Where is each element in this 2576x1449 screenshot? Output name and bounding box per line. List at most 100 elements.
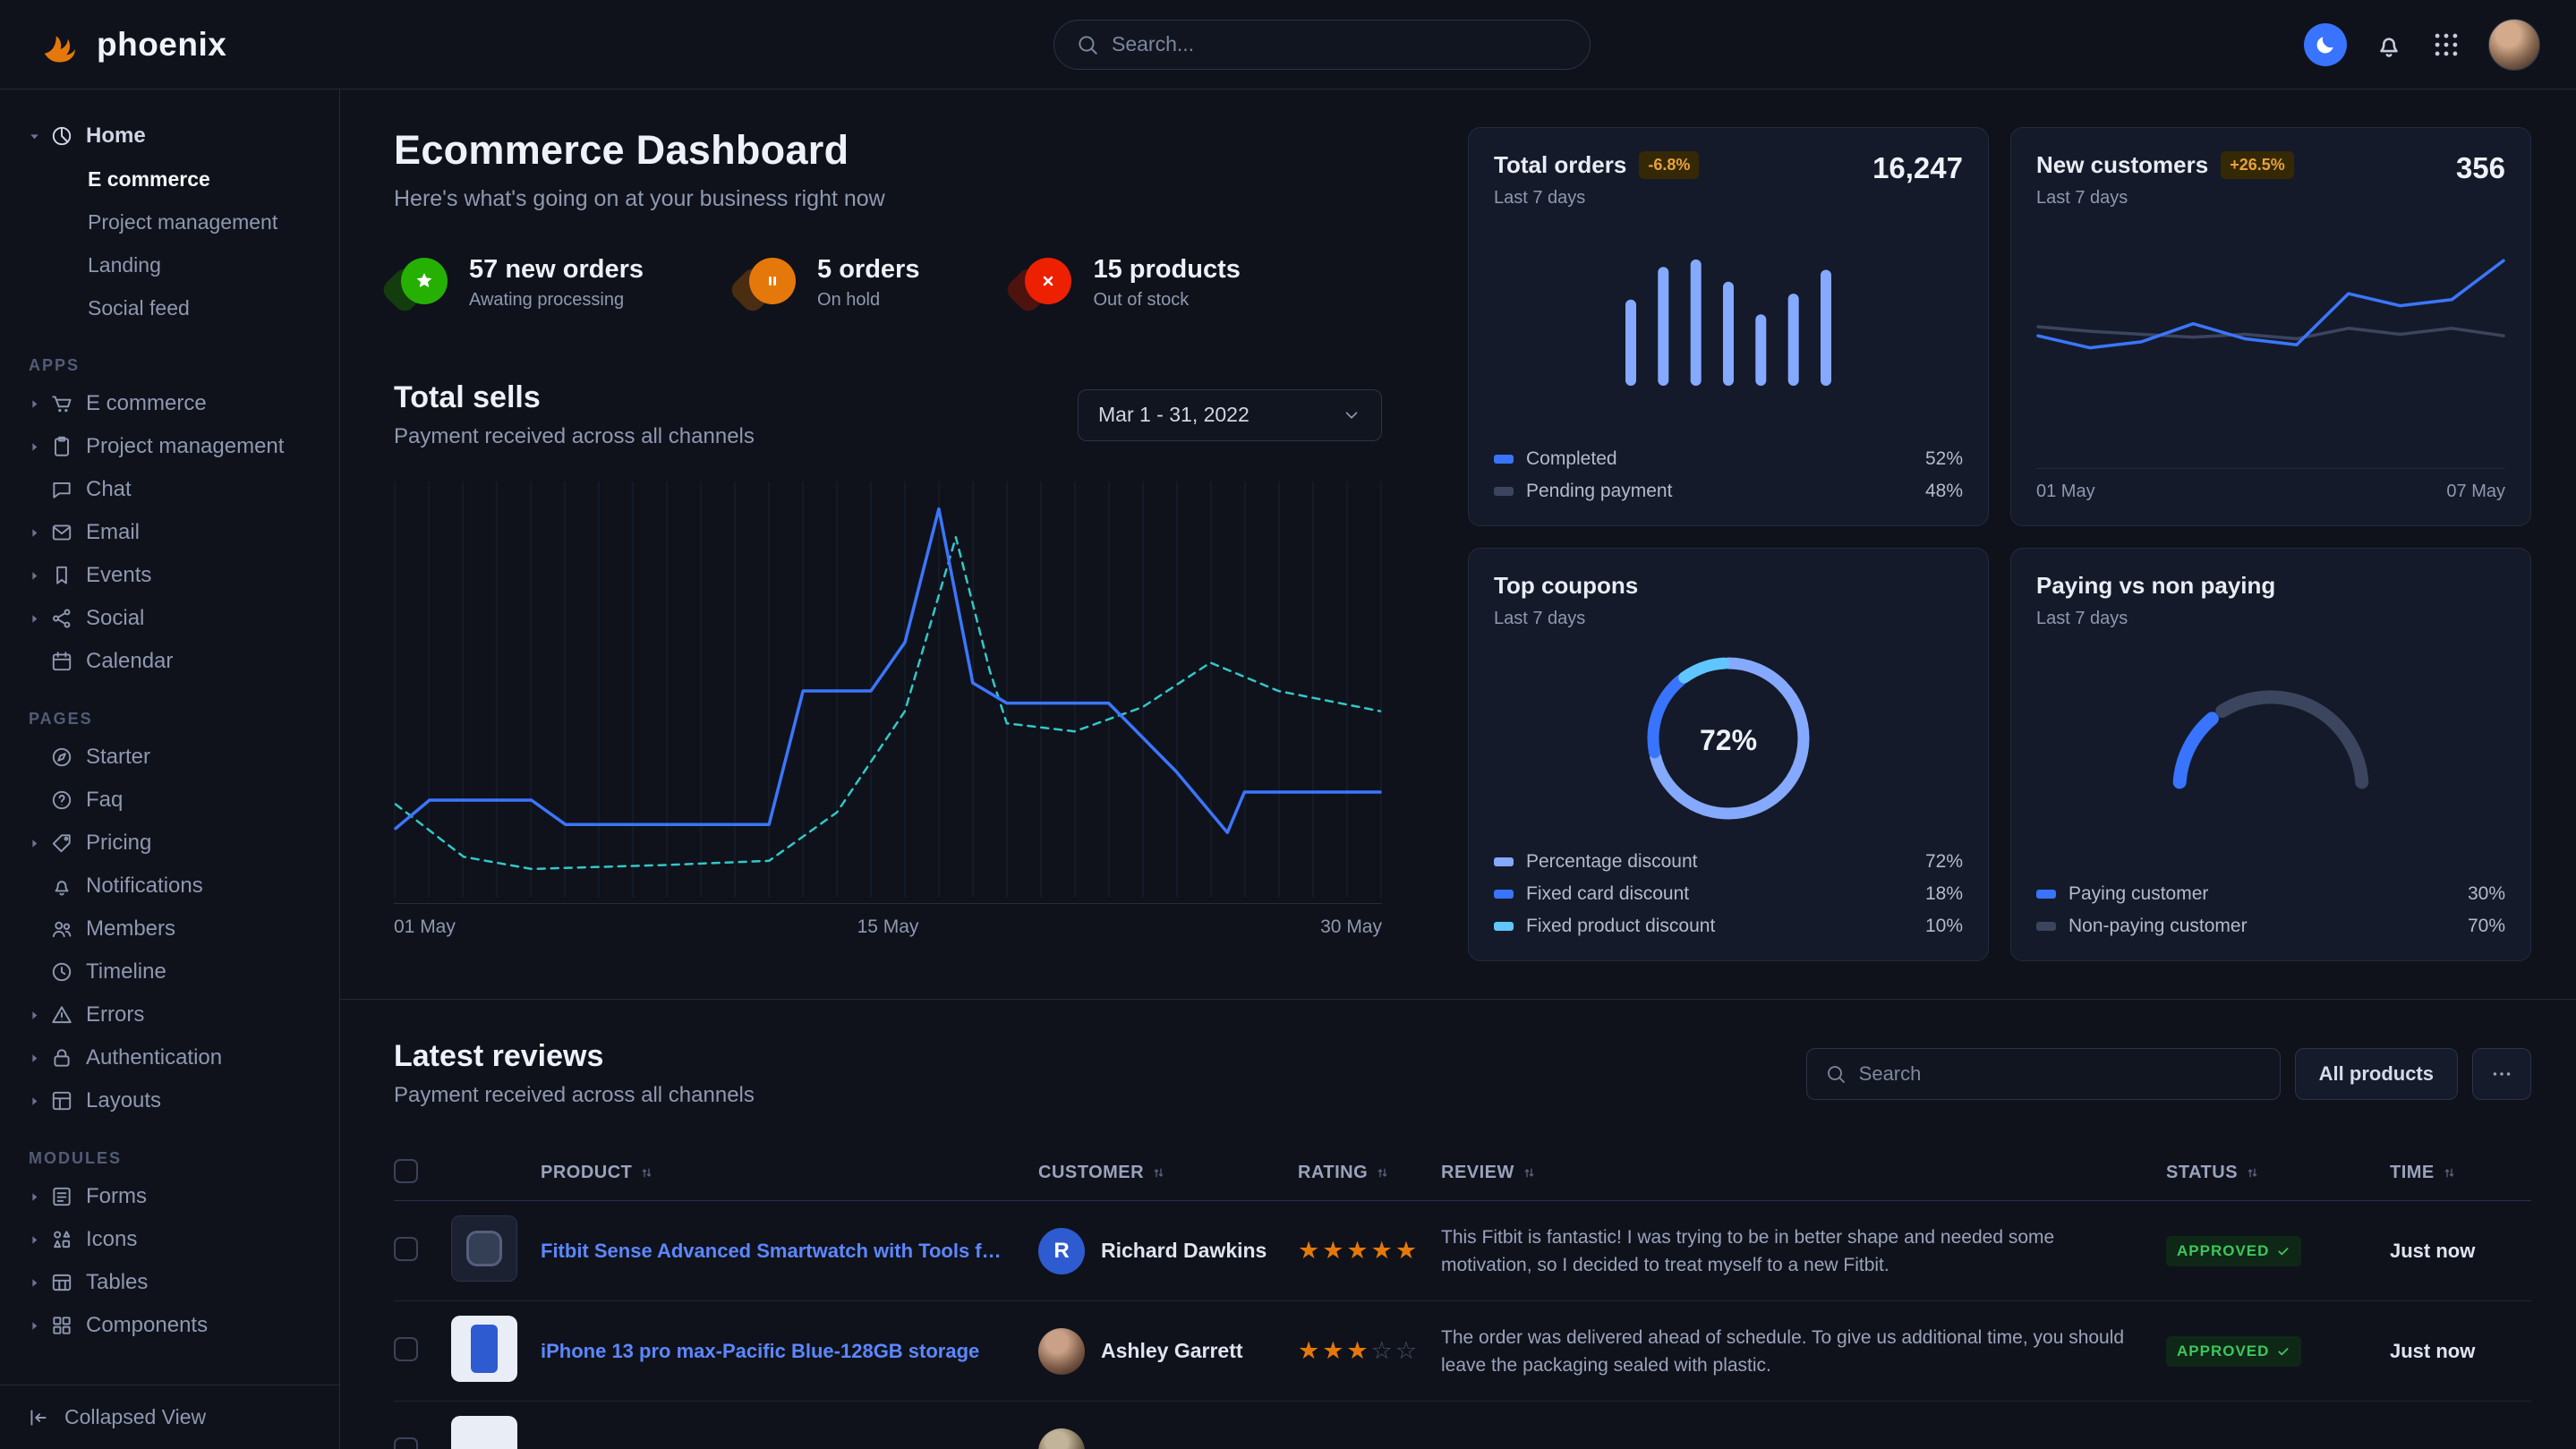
moon-icon [2314,33,2337,56]
question-icon [50,788,73,812]
sidebar-section-apps: APPS [29,356,316,375]
sidebar-item-pricing[interactable]: Pricing [27,822,316,865]
caret-right-icon [27,1094,50,1109]
top-navbar: phoenix [0,0,2576,89]
date-range-select[interactable]: Mar 1 - 31, 2022 [1078,389,1382,441]
row-checkbox[interactable] [394,1237,418,1261]
column-header-rating[interactable]: RATING [1298,1163,1441,1183]
sidebar-item-events[interactable]: Events [27,554,316,597]
collapse-icon [27,1406,50,1429]
theme-toggle-button[interactable] [2304,23,2347,66]
search-input[interactable] [1112,32,1568,56]
sidebar-item-social[interactable]: Social [27,597,316,640]
sidebar-item-forms[interactable]: Forms [27,1175,316,1218]
column-header-product[interactable]: PRODUCT [541,1163,1038,1183]
table-row[interactable]: iPhone 13 pro max-Pacific Blue-128GB sto… [394,1301,2531,1402]
total-orders-chart [1494,232,1963,386]
row-checkbox[interactable] [394,1337,418,1361]
stat-caption: On hold [817,290,919,311]
caret-right-icon [27,1275,50,1291]
total-orders-card: Total orders -6.8% Last 7 days 16,247 Co… [1468,127,1989,526]
sidebar-item-tables[interactable]: Tables [27,1261,316,1304]
brand-name: phoenix [97,26,226,64]
stat-caption: Awating processing [469,290,644,311]
customer-name: Ashley Garrett [1101,1339,1243,1363]
reviews-search[interactable] [1806,1048,2281,1100]
legend-item-completed: Completed 52% [1494,448,1963,470]
caret-right-icon [27,836,50,851]
sidebar-item-email[interactable]: Email [27,511,316,554]
card-period: Last 7 days [1494,188,1699,209]
stat-5-orders: 5 orders On hold [742,255,919,311]
all-products-button[interactable]: All products [2295,1048,2458,1100]
collapse-view-label: Collapsed View [64,1405,206,1429]
sort-icon [1522,1165,1537,1181]
sort-icon [2442,1165,2457,1181]
user-avatar[interactable] [2488,19,2540,71]
caret-right-icon [27,396,50,412]
sidebar-item-starter[interactable]: Starter [27,736,316,779]
legend-item-non-paying-customer: Non-paying customer 70% [2036,916,2505,937]
column-header-customer[interactable]: CUSTOMER [1038,1163,1298,1183]
more-options-button[interactable] [2472,1048,2531,1100]
reviews-search-input[interactable] [1859,1062,2262,1086]
total-orders-value: 16,247 [1872,151,1963,185]
product-thumbnail[interactable] [451,1316,517,1382]
customer-name: Richard Dawkins [1101,1239,1267,1263]
sidebar-item-errors[interactable]: Errors [27,993,316,1036]
row-checkbox[interactable] [394,1437,418,1449]
x-axis-label: 30 May [1320,916,1382,938]
select-all-checkbox[interactable] [394,1159,418,1183]
column-header-review[interactable]: REVIEW [1441,1163,2166,1183]
column-header-status[interactable]: STATUS [2166,1163,2390,1183]
brand[interactable]: phoenix [36,21,340,68]
review-text: The order was delivered ahead of schedul… [1441,1324,2166,1379]
sidebar-item-faq[interactable]: Faq [27,779,316,822]
components-icon [50,1314,73,1337]
sidebar-item-landing[interactable]: Landing [27,243,316,286]
sidebar-item-members[interactable]: Members [27,908,316,950]
status-badge: APPROVED [2166,1236,2301,1266]
sidebar-item-icons[interactable]: Icons [27,1218,316,1261]
sidebar-item-project-management[interactable]: Project management [27,200,316,243]
sidebar-item-authentication[interactable]: Authentication [27,1036,316,1079]
product-thumbnail[interactable] [451,1416,517,1449]
collapse-view-button[interactable]: Collapsed View [0,1385,339,1449]
sidebar-item-layouts[interactable]: Layouts [27,1079,316,1122]
sidebar-item-e-commerce[interactable]: E commerce [27,382,316,425]
page-title: Ecommerce Dashboard [394,127,1382,174]
sidebar-item-timeline[interactable]: Timeline [27,950,316,993]
sort-icon [2245,1165,2260,1181]
sidebar-item-home[interactable]: Home [27,115,316,158]
apps-grid-button[interactable] [2431,30,2461,60]
table-row[interactable] [394,1402,2531,1449]
cross-icon [1018,258,1071,308]
status-badge: APPROVED [2166,1336,2301,1367]
sidebar-item-components[interactable]: Components [27,1304,316,1347]
trend-badge: +26.5% [2221,151,2294,179]
caret-right-icon [27,1318,50,1334]
column-header-time[interactable]: TIME [2390,1163,2531,1183]
navbar-actions [2304,19,2540,71]
form-icon [50,1185,73,1208]
sort-icon [1375,1165,1390,1181]
sidebar-item-social-feed[interactable]: Social feed [27,286,316,329]
sidebar-item-calendar[interactable]: Calendar [27,640,316,683]
sidebar-item-notifications[interactable]: Notifications [27,865,316,908]
product-link[interactable]: Fitbit Sense Advanced Smartwatch with To… [541,1240,1038,1263]
table-row[interactable]: Fitbit Sense Advanced Smartwatch with To… [394,1201,2531,1301]
top-coupons-legend: Percentage discount 72% Fixed card disco… [1494,851,1963,937]
reviews-table-body: Fitbit Sense Advanced Smartwatch with To… [394,1201,2531,1449]
product-link[interactable]: iPhone 13 pro max-Pacific Blue-128GB sto… [541,1340,1038,1363]
warning-icon [50,1003,73,1027]
sidebar-item-chat[interactable]: Chat [27,468,316,511]
legend-swatch [2036,922,2056,931]
cart-icon [50,392,73,415]
global-search[interactable] [1053,20,1591,70]
sidebar-item-project-management[interactable]: Project management [27,425,316,468]
product-thumbnail[interactable] [451,1215,517,1282]
paying-gauge-chart [2036,665,2505,797]
sidebar-item-e-commerce[interactable]: E commerce [27,158,316,200]
notifications-button[interactable] [2374,30,2404,60]
legend-swatch [1494,455,1514,464]
